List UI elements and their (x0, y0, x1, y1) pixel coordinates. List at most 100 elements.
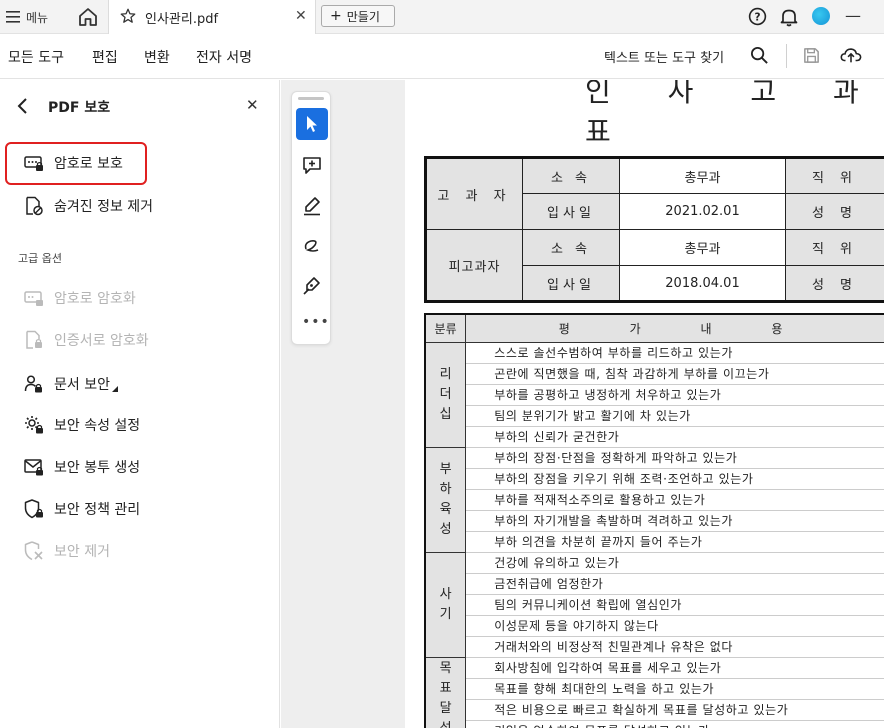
info-field: 입사일 (522, 265, 620, 302)
draw-tool-button[interactable] (296, 230, 328, 262)
pdf-page: 인 사 고 과 표 고 과 자 소 속 총무과 직 위 입사일 2021.02.… (405, 80, 884, 728)
security-properties-label: 보안 속성 설정 (54, 418, 141, 434)
table-row: 곤란에 직면했을 때, 침착 과감하게 부하를 이끄는가 (425, 362, 884, 385)
info-value: 2018.04.01 (619, 265, 786, 302)
menu-edit[interactable]: 편집 (92, 47, 118, 67)
personnel-info-table: 고 과 자 소 속 총무과 직 위 입사일 2021.02.01 성 명 피고과… (424, 156, 884, 303)
category-char: 표 (439, 680, 452, 696)
search-icon[interactable] (750, 46, 769, 65)
save-icon[interactable] (802, 46, 821, 65)
submenu-corner-icon (111, 386, 118, 392)
category-char: 더 (439, 386, 452, 402)
security-properties-button[interactable]: 보안 속성 설정 (24, 413, 140, 437)
menu-convert[interactable]: 변환 (144, 47, 170, 67)
highlight-pen-icon (304, 197, 320, 216)
category-char: 성 (430, 719, 461, 728)
info-field: 입사일 (522, 193, 620, 230)
add-comment-tool-button[interactable] (296, 150, 328, 182)
evaluation-item: 팀의 커뮤니케이션 확립에 열심인가 (465, 593, 884, 616)
panel-title: PDF 보호 (48, 100, 111, 116)
evaluation-table-body: 리 더 십 스스로 솔선수범하여 부하를 리드하고 있는가 곤란에 직면했을 때, 침착… (424, 341, 884, 728)
document-tab-title: 인사관리.pdf (145, 12, 219, 27)
table-row: 팀의 커뮤니케이션 확립에 열심인가 (425, 593, 884, 616)
evaluation-item: 목표를 향해 최대한의 노력을 하고 있는가 (465, 677, 884, 700)
drag-handle[interactable] (298, 97, 324, 100)
category-cell: 부하육성 (424, 446, 467, 553)
table-row: 사 기 건강에 유의하고 있는가 (424, 551, 884, 658)
evaluation-item: 스스로 솔선수범하여 부하를 리드하고 있는가 (465, 341, 884, 364)
table-row: 목표를 향해 최대한의 노력을 하고 있는가 (425, 677, 884, 700)
security-settings-icon (25, 416, 43, 434)
category-cell: 리더십 (424, 341, 467, 448)
table-row: 기일을 엄수하여 목표를 달성하고 있는가 (425, 719, 884, 728)
table-row: 이성문제 등을 야기하지 않는다 (425, 614, 884, 637)
create-button[interactable]: + 만들기 (321, 5, 395, 27)
table-row: 부하의 자기개발을 촉발하며 격려하고 있는가 (425, 509, 884, 532)
table-row: 팀의 분위기가 밝고 활기에 차 있는가 (425, 404, 884, 427)
encrypt-with-password-button[interactable]: 암호로 암호화 (24, 286, 136, 310)
evaluation-item: 부하의 자기개발을 촉발하며 격려하고 있는가 (465, 509, 884, 532)
category-char: 부 (439, 461, 452, 477)
sign-tool-button[interactable] (296, 270, 328, 302)
help-icon[interactable]: ? (748, 7, 767, 26)
bell-icon[interactable] (780, 7, 798, 27)
evaluation-item: 기일을 엄수하여 목표를 달성하고 있는가 (465, 719, 884, 728)
document-tab[interactable]: 인사관리.pdf ✕ (108, 0, 316, 34)
info-value: 총무과 (619, 229, 786, 266)
appraiser-label: 고 과 자 (425, 157, 523, 230)
remove-security-icon (24, 541, 43, 561)
category-char: 사 (439, 586, 452, 602)
home-button[interactable] (76, 5, 100, 29)
info-field: 성 명 (785, 193, 884, 230)
evaluation-item: 부하 의견을 차분히 끝까지 들어 주는가 (465, 530, 884, 553)
security-policy-button[interactable]: 보안 정책 관리 (24, 497, 140, 521)
toolbar-divider (786, 44, 787, 68)
close-panel-icon[interactable]: ✕ (246, 96, 259, 114)
table-row: 리 더 십 스스로 솔선수범하여 부하를 리드하고 있는가 (424, 341, 884, 448)
document-viewer[interactable]: 인 사 고 과 표 고 과 자 소 속 총무과 직 위 입사일 2021.02.… (281, 80, 884, 728)
category-char: 달 (439, 700, 452, 716)
info-value: 2021.02.01 (619, 193, 786, 230)
minimize-icon[interactable]: — (845, 6, 861, 25)
menu-e-sign[interactable]: 전자 서명 (196, 47, 252, 67)
table-row: 적은 비용으로 빠르고 확실하게 목표를 달성하고 있는가 (425, 698, 884, 721)
remove-security-button[interactable]: 보안 제거 (24, 539, 110, 563)
table-row: 부하 의견을 차분히 끝까지 들어 주는가 (425, 530, 884, 553)
home-icon (79, 8, 97, 26)
remove-security-label: 보안 제거 (54, 544, 110, 560)
evaluation-item: 거래처와의 비정상적 친밀관계나 유착은 없다 (465, 635, 884, 658)
main-toolbar: 모든 도구 편집 변환 전자 서명 텍스트 또는 도구 찾기 (0, 34, 884, 79)
menu-all-tools[interactable]: 모든 도구 (8, 47, 64, 67)
document-security-icon (24, 375, 42, 393)
security-policy-label: 보안 정책 관리 (54, 502, 141, 518)
evaluation-table: 분류 평 가 내 용 리 더 십 스스로 솔선수범하여 부하를 리드하고 있는가 곤란에… (424, 313, 884, 728)
close-tab-icon[interactable]: ✕ (295, 8, 307, 24)
category-char: 하 (439, 481, 452, 497)
evaluation-item: 적은 비용으로 빠르고 확실하게 목표를 달성하고 있는가 (465, 698, 884, 721)
secure-envelope-button[interactable]: 보안 봉투 생성 (24, 455, 140, 479)
select-tool-button[interactable] (296, 108, 328, 140)
password-icon (24, 156, 43, 171)
protect-pdf-panel: PDF 보호 ✕ 암호로 보호 숨겨진 정보 제거 고급 옵션 암호로 암호화 … (0, 80, 280, 728)
menu-button[interactable]: 메뉴 (6, 7, 48, 27)
find-text-or-tools[interactable]: 텍스트 또는 도구 찾기 (604, 47, 724, 66)
highlight-tool-button[interactable] (296, 190, 328, 222)
document-security-button[interactable]: 문서 보안 (24, 372, 118, 396)
back-arrow-icon[interactable] (14, 97, 32, 115)
evaluation-item: 부하의 장점을 키우기 위해 조력·조언하고 있는가 (465, 467, 884, 490)
category-cell: 사기 (424, 551, 467, 658)
info-field: 소 속 (522, 157, 620, 194)
category-char: 육 (439, 501, 452, 517)
table-row: 부하의 신뢰가 굳건한가 (425, 425, 884, 448)
security-policy-icon (24, 499, 43, 519)
star-icon[interactable] (119, 7, 137, 25)
cloud-upload-icon[interactable] (840, 45, 862, 65)
create-button-label: 만들기 (346, 9, 380, 24)
remove-hidden-info-button[interactable]: 숨겨진 정보 제거 (24, 194, 153, 218)
avatar[interactable] (812, 7, 830, 25)
table-row: 부하를 공평하고 냉정하게 처우하고 있는가 (425, 383, 884, 406)
advanced-options-heading: 고급 옵션 (18, 252, 62, 265)
more-icon[interactable]: ••• (302, 314, 330, 330)
encrypt-with-certificate-button[interactable]: 인증서로 암호화 (24, 328, 149, 352)
protect-with-password-button[interactable]: 암호로 보호 (24, 151, 123, 175)
